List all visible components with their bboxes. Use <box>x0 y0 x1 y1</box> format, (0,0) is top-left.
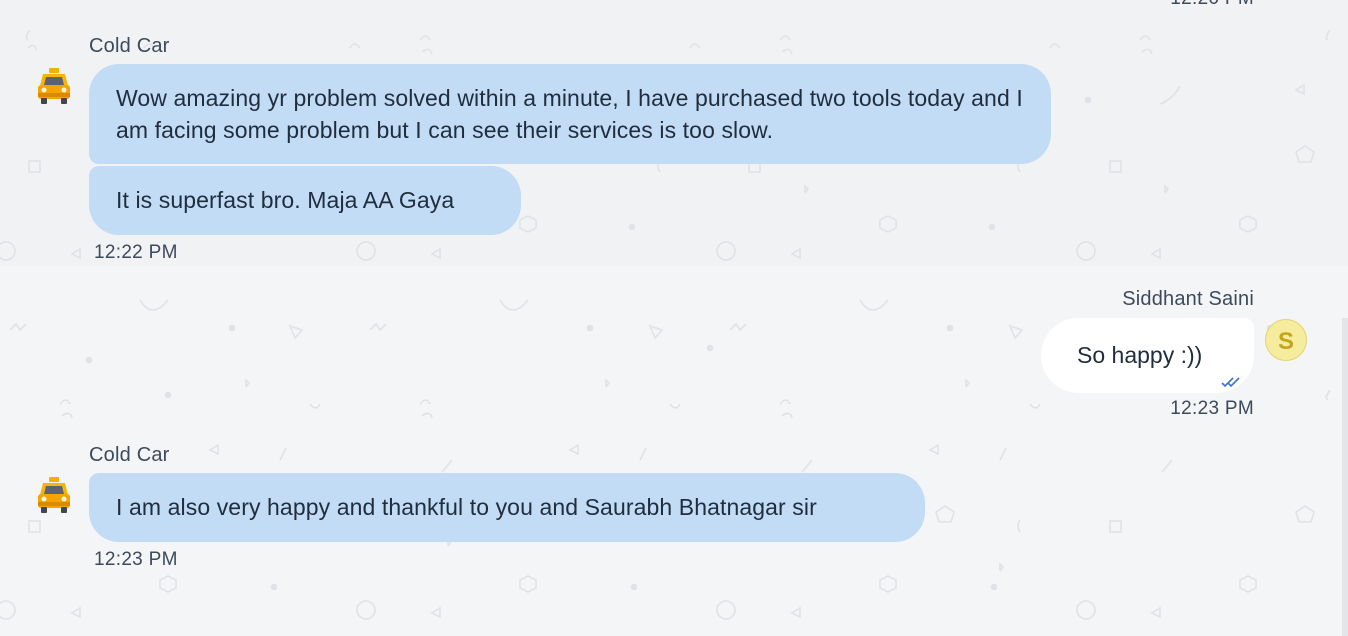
message-time: 12:20 PM <box>1170 0 1254 10</box>
message-time: 12:23 PM <box>94 549 178 570</box>
message-bubble[interactable]: Wow amazing yr problem solved within a m… <box>89 64 1051 164</box>
message-time: 12:23 PM <box>1170 398 1254 419</box>
message-bubble-outgoing[interactable]: So happy :)) <box>1041 318 1254 393</box>
scrollbar[interactable] <box>1342 318 1348 636</box>
message-time: 12:22 PM <box>94 242 178 263</box>
taxi-icon[interactable] <box>34 475 74 515</box>
avatar[interactable]: S <box>1265 319 1307 361</box>
taxi-icon[interactable] <box>34 66 74 106</box>
message-text: So happy :)) <box>1077 342 1203 368</box>
message-bubble[interactable]: I am also very happy and thankful to you… <box>89 473 925 542</box>
message-list[interactable]: 12:20 PM Cold Car Wow amazing yr problem… <box>0 0 1348 636</box>
double-check-icon <box>1221 376 1243 388</box>
sender-name: Cold Car <box>89 444 170 466</box>
message-bubble[interactable]: It is superfast bro. Maja AA Gaya <box>89 166 521 235</box>
sender-name: Cold Car <box>89 35 170 57</box>
sender-name: Siddhant Saini <box>1122 288 1254 310</box>
